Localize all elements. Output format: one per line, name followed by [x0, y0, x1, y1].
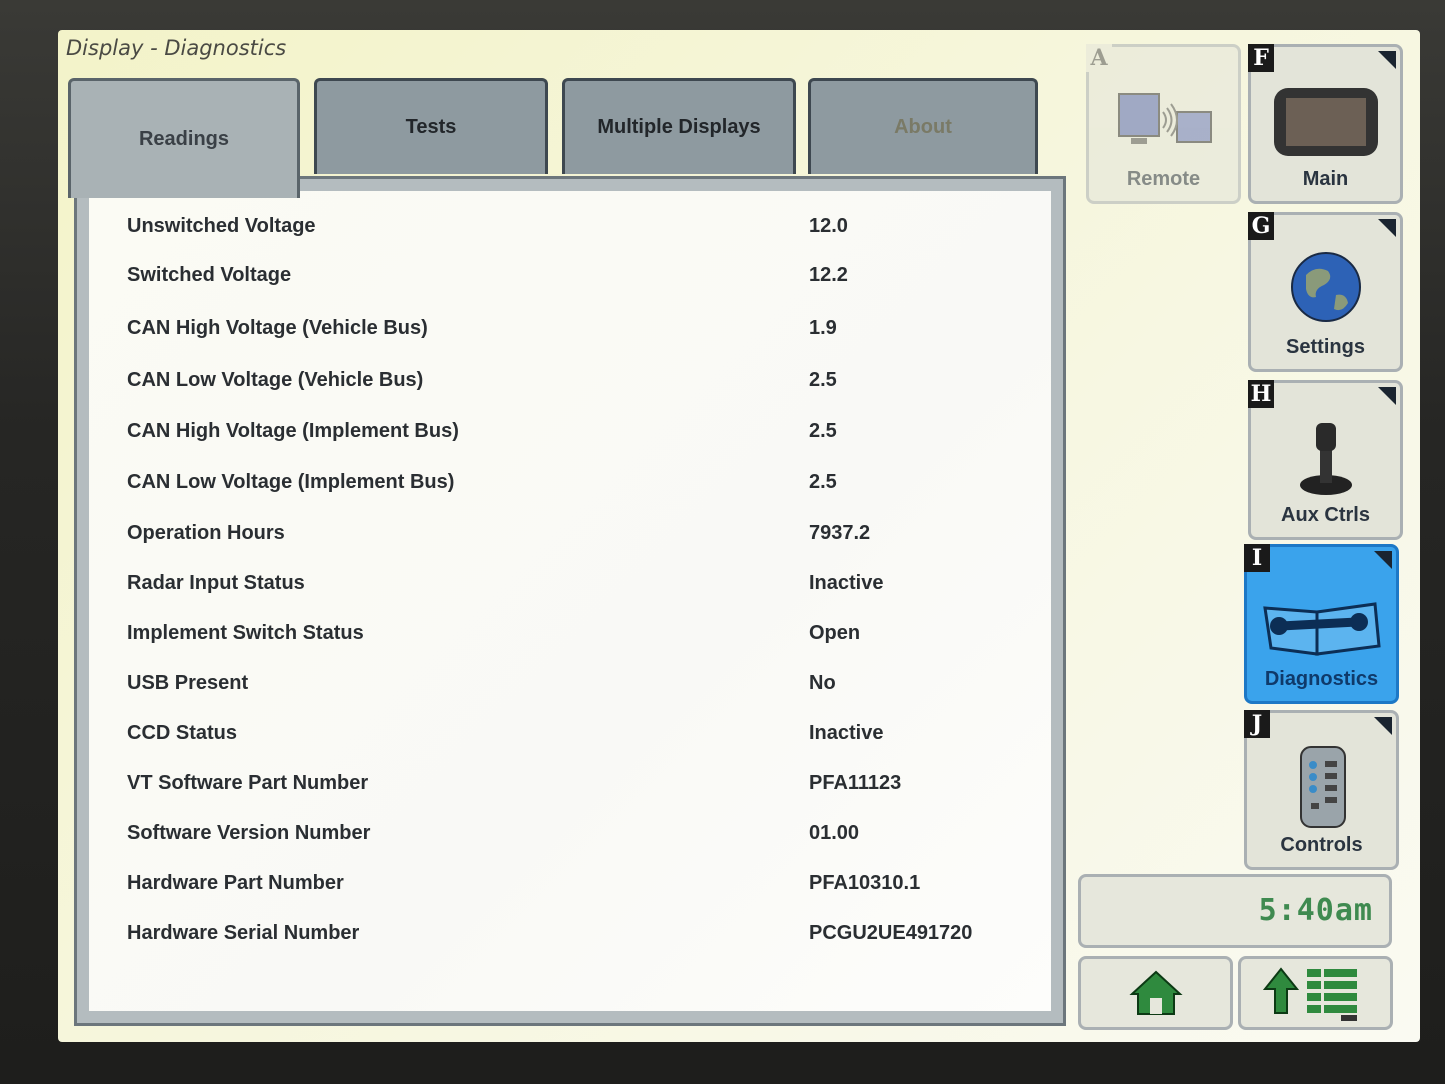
- reading-label: CAN High Voltage (Implement Bus): [127, 420, 459, 442]
- home-button[interactable]: [1078, 956, 1233, 1030]
- reading-row: USB Present No: [127, 672, 1007, 708]
- corner-arrow-icon: [1374, 717, 1392, 735]
- reading-row: Switched Voltage 12.2: [127, 264, 1007, 300]
- reading-label: Hardware Serial Number: [127, 922, 360, 944]
- reading-value: Open: [809, 622, 861, 644]
- softkey-letter: F: [1248, 44, 1274, 72]
- readings-list: Unswitched Voltage 12.0 Switched Voltage…: [89, 191, 1051, 1011]
- tab-tests-label: Tests: [405, 116, 457, 138]
- display-monitor-icon: [1251, 77, 1400, 167]
- reading-label: USB Present: [127, 672, 249, 694]
- reading-label: Software Version Number: [127, 822, 371, 844]
- reading-label: CAN Low Voltage (Implement Bus): [127, 471, 455, 493]
- reading-row: Unswitched Voltage 12.0: [127, 215, 1007, 251]
- reading-row: CAN Low Voltage (Vehicle Bus) 2.5: [127, 369, 1007, 405]
- softkey-label: Controls: [1280, 834, 1363, 856]
- reading-row: Hardware Serial Number PCGU2UE491720: [127, 922, 1007, 958]
- reading-value: PCGU2UE491720: [809, 922, 973, 944]
- reading-value: PFA10310.1: [809, 872, 921, 894]
- softkey-settings[interactable]: G Settings: [1248, 212, 1403, 372]
- tab-multiple-displays-label: Multiple Displays: [597, 116, 761, 138]
- reading-label: CAN High Voltage (Vehicle Bus): [127, 317, 428, 339]
- reading-value: 12.2: [809, 264, 848, 286]
- clock-time: 5:40am: [1258, 893, 1373, 928]
- softkey-aux-ctrls[interactable]: H Aux Ctrls: [1248, 380, 1403, 540]
- softkey-label: Settings: [1286, 336, 1365, 358]
- reading-row: CAN High Voltage (Implement Bus) 2.5: [127, 420, 1007, 456]
- reading-value: 01.00: [809, 822, 860, 844]
- reading-label: Implement Switch Status: [127, 622, 364, 644]
- joystick-icon: [1251, 413, 1400, 503]
- tab-about-label: About: [894, 116, 952, 138]
- reading-value: Inactive: [809, 572, 884, 594]
- reading-value: 1.9: [809, 317, 837, 339]
- reading-label: Switched Voltage: [127, 264, 292, 286]
- corner-arrow-icon: [1378, 51, 1396, 69]
- softkey-letter: G: [1248, 212, 1274, 240]
- reading-row: CAN High Voltage (Vehicle Bus) 1.9: [127, 317, 1007, 353]
- reading-label: CAN Low Voltage (Vehicle Bus): [127, 369, 424, 391]
- tab-about[interactable]: About: [808, 78, 1038, 174]
- up-arrow-menu-icon: [1262, 967, 1357, 1021]
- home-icon: [1128, 970, 1183, 1015]
- tab-tests[interactable]: Tests: [314, 78, 548, 174]
- reading-value: 2.5: [809, 369, 837, 391]
- softkey-label: Main: [1302, 168, 1349, 190]
- softkey-letter: H: [1248, 380, 1274, 408]
- reading-label: Unswitched Voltage: [127, 215, 316, 237]
- reading-value: No: [809, 672, 836, 694]
- reading-value: Inactive: [809, 722, 884, 744]
- wrench-book-icon: [1247, 577, 1396, 667]
- softkey-diagnostics[interactable]: I Diagnostics: [1244, 544, 1399, 704]
- corner-arrow-icon: [1374, 551, 1392, 569]
- reading-label: CCD Status: [127, 722, 238, 744]
- softkey-letter: J: [1244, 710, 1270, 738]
- softkey-letter: I: [1244, 544, 1270, 572]
- reading-value: 7937.2: [809, 522, 871, 544]
- reading-row: Implement Switch Status Open: [127, 622, 1007, 658]
- reading-label: Operation Hours: [127, 522, 285, 544]
- softkey-main[interactable]: F Main: [1248, 44, 1403, 204]
- reading-value: PFA11123: [809, 772, 902, 794]
- reading-value: 2.5: [809, 471, 837, 493]
- reading-value: 12.0: [809, 215, 848, 237]
- globe-icon: [1251, 245, 1400, 335]
- reading-row: Radar Input Status Inactive: [127, 572, 1007, 608]
- reading-label: VT Software Part Number: [127, 772, 369, 794]
- reading-value: 2.5: [809, 420, 837, 442]
- reading-row: Software Version Number 01.00: [127, 822, 1007, 858]
- tab-readings[interactable]: Readings: [68, 78, 300, 198]
- tab-readings-label: Readings: [138, 128, 230, 150]
- corner-arrow-icon: [1378, 219, 1396, 237]
- softkey-label: Diagnostics: [1264, 668, 1379, 690]
- softkey-label: Remote: [1126, 168, 1201, 190]
- reading-row: Hardware Part Number PFA10310.1: [127, 872, 1007, 908]
- readings-panel: Unswitched Voltage 12.0 Switched Voltage…: [74, 176, 1066, 1026]
- clock: 5:40am: [1078, 874, 1392, 948]
- screen: Display - Diagnostics Readings Tests Mul…: [58, 30, 1420, 1042]
- reading-label: Hardware Part Number: [127, 872, 344, 894]
- softkey-controls[interactable]: J Controls: [1244, 710, 1399, 870]
- reading-label: Radar Input Status: [127, 572, 305, 594]
- page-title: Display - Diagnostics: [66, 36, 287, 60]
- reading-row: VT Software Part Number PFA11123: [127, 772, 1007, 808]
- reading-row: CAN Low Voltage (Implement Bus) 2.5: [127, 471, 1007, 507]
- remote-display-icon: [1089, 77, 1238, 167]
- softkey-letter: A: [1086, 44, 1112, 72]
- reading-row: CCD Status Inactive: [127, 722, 1007, 758]
- corner-arrow-icon: [1378, 387, 1396, 405]
- reading-row: Operation Hours 7937.2: [127, 522, 1007, 558]
- remote-control-icon: [1247, 743, 1396, 833]
- softkey-remote[interactable]: A Remote: [1086, 44, 1241, 204]
- tab-multiple-displays[interactable]: Multiple Displays: [562, 78, 796, 174]
- menu-button[interactable]: [1238, 956, 1393, 1030]
- softkey-label: Aux Ctrls: [1281, 504, 1370, 526]
